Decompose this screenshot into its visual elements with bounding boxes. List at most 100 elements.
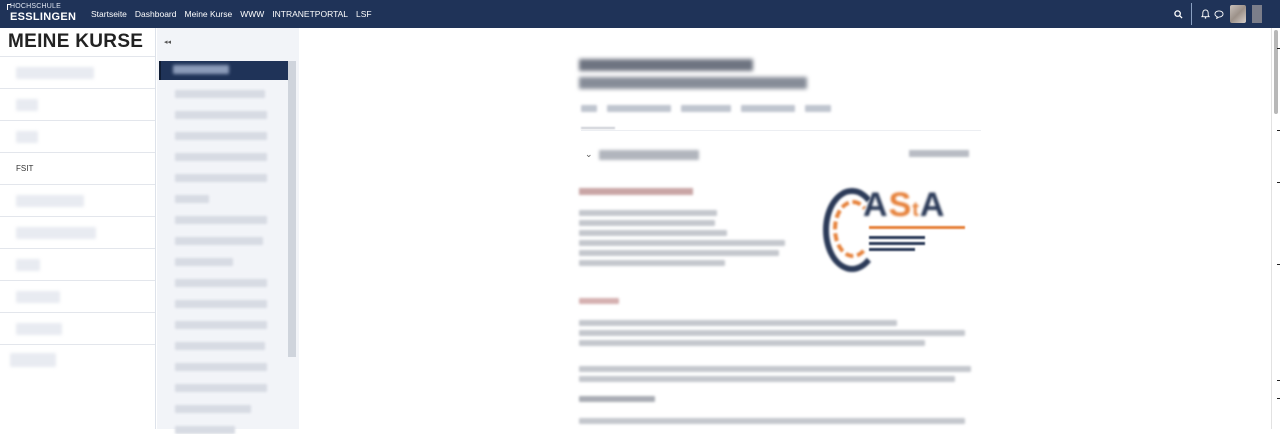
course-title-line-1 <box>579 59 753 71</box>
course-item[interactable] <box>0 248 155 280</box>
bell-icon[interactable] <box>1198 7 1212 21</box>
navbar-right-tools <box>1171 0 1280 28</box>
course-item[interactable] <box>0 88 155 120</box>
course-item-label <box>16 98 38 111</box>
text-line <box>579 418 965 424</box>
text-line <box>579 330 965 336</box>
text-line <box>579 366 971 372</box>
nav-link-intranetportal[interactable]: INTRANETPORTAL <box>272 9 348 19</box>
course-index-item[interactable] <box>175 111 267 119</box>
section-subheading <box>579 188 693 195</box>
logo-wordmark: AStA <box>863 186 946 224</box>
user-menu-toggle[interactable] <box>1252 5 1262 23</box>
tab-participants[interactable] <box>681 105 731 112</box>
top-navbar: HOCHSCHULE ESSLINGEN Startseite Dashboar… <box>0 0 1280 28</box>
tab-settings[interactable] <box>607 105 671 112</box>
nav-link-meine-kurse[interactable]: Meine Kurse <box>185 9 233 19</box>
course-item-fsit[interactable]: FSIT <box>0 152 155 184</box>
logo-line-1: HOCHSCHULE <box>10 3 62 10</box>
text-line <box>579 250 779 256</box>
navbar-separator <box>1191 3 1192 25</box>
course-item-label <box>16 290 60 303</box>
logo-subline <box>869 242 925 245</box>
collapse-all-link[interactable] <box>909 150 969 157</box>
text-line <box>579 240 785 246</box>
tabs-divider <box>581 130 981 131</box>
course-index-item-label <box>173 65 229 74</box>
tab-more[interactable] <box>805 105 831 112</box>
course-item-label <box>16 66 94 79</box>
nav-link-www[interactable]: WWW <box>240 9 264 19</box>
course-item-label <box>16 322 62 335</box>
active-tab-indicator <box>581 127 615 129</box>
avatar[interactable] <box>1230 5 1246 23</box>
nav-link-dashboard[interactable]: Dashboard <box>135 9 177 19</box>
course-index-item[interactable] <box>175 258 233 266</box>
course-index-item[interactable] <box>175 132 267 140</box>
course-item[interactable] <box>0 344 155 374</box>
course-item-label <box>16 130 38 143</box>
course-item-label <box>16 194 84 207</box>
section-header[interactable]: ⌄ <box>585 149 699 160</box>
course-item-label: FSIT <box>16 164 34 173</box>
text-line <box>579 340 925 346</box>
logo-corner-mark <box>7 4 11 10</box>
course-index-scrollbar[interactable] <box>288 61 296 357</box>
course-index-item[interactable] <box>175 195 209 203</box>
page-scrollbar[interactable] <box>1271 28 1280 429</box>
course-item[interactable] <box>0 184 155 216</box>
course-item[interactable] <box>0 312 155 344</box>
course-index-item[interactable] <box>175 405 251 413</box>
my-courses-panel: MEINE KURSE FSIT <box>0 28 156 429</box>
tab-grades[interactable] <box>741 105 795 112</box>
page-scrollbar-thumb[interactable] <box>1274 30 1278 114</box>
search-icon[interactable] <box>1171 7 1185 21</box>
course-item[interactable] <box>0 120 155 152</box>
course-index-item[interactable] <box>175 279 267 287</box>
logo-subline <box>869 226 965 229</box>
course-item-label <box>10 352 56 367</box>
logo-subline <box>869 236 925 239</box>
course-index-item[interactable] <box>175 363 267 371</box>
logo-subline <box>869 248 915 251</box>
nav-link-startseite[interactable]: Startseite <box>91 9 127 19</box>
course-index-item[interactable] <box>175 384 267 392</box>
section-subheading <box>579 396 655 402</box>
course-item[interactable] <box>0 56 155 88</box>
text-line <box>579 320 897 326</box>
collapse-index-button[interactable]: ◂◂ <box>164 38 171 46</box>
nav-link-lsf[interactable]: LSF <box>356 9 372 19</box>
text-line <box>579 220 715 226</box>
course-item-label <box>16 258 40 271</box>
course-title <box>579 55 819 89</box>
tab-course[interactable] <box>581 105 597 112</box>
course-index-item[interactable] <box>175 300 267 308</box>
course-item[interactable] <box>0 216 155 248</box>
course-index-panel: ◂◂ <box>157 28 299 434</box>
chevron-down-icon[interactable]: ⌄ <box>585 149 593 160</box>
section-subheading <box>579 298 619 304</box>
hochschule-logo[interactable]: HOCHSCHULE ESSLINGEN <box>7 3 77 25</box>
course-content: ⌄ AStA <box>299 28 1271 429</box>
course-index-item[interactable] <box>175 321 267 329</box>
course-index-item-active[interactable] <box>159 61 289 80</box>
course-index-item[interactable] <box>175 174 267 182</box>
course-index-item[interactable] <box>175 90 265 98</box>
course-index-item[interactable] <box>175 342 265 350</box>
asta-logo-image: AStA <box>819 182 971 274</box>
top-nav-links: Startseite Dashboard Meine Kurse WWW INT… <box>91 0 372 28</box>
course-item[interactable] <box>0 280 155 312</box>
course-item-label <box>16 226 96 239</box>
logo-line-2: ESSLINGEN <box>10 11 77 23</box>
section-title <box>598 149 699 160</box>
course-index-item[interactable] <box>175 426 235 434</box>
chat-icon[interactable] <box>1212 7 1226 21</box>
course-tabs <box>581 105 831 112</box>
course-index-item[interactable] <box>175 237 263 245</box>
page-title-my-courses: MEINE KURSE <box>8 31 144 52</box>
course-index-item[interactable] <box>175 153 267 161</box>
text-line <box>579 260 725 266</box>
course-title-line-2 <box>579 77 807 89</box>
text-line <box>579 230 727 236</box>
course-index-item[interactable] <box>175 216 267 224</box>
